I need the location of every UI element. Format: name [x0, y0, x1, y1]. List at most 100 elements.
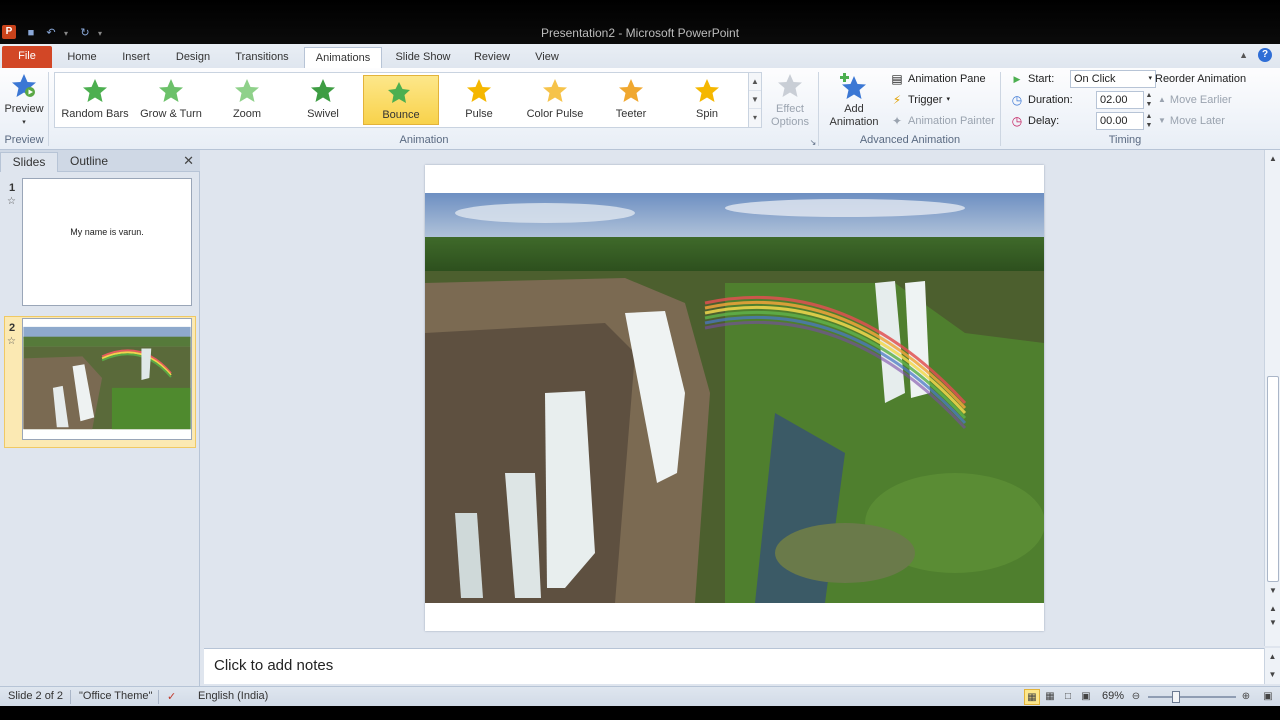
- animation-teeter[interactable]: Teeter: [593, 75, 669, 125]
- animation-painter-button[interactable]: ✦ Animation Painter: [890, 112, 995, 130]
- start-dropdown[interactable]: On Click ▾: [1070, 70, 1156, 88]
- status-bar: Slide 2 of 2 "Office Theme" ✓ English (I…: [0, 686, 1280, 706]
- panel-tab-slides[interactable]: Slides: [0, 152, 58, 172]
- next-slide-icon[interactable]: ▼: [1265, 616, 1280, 630]
- animation-bounce[interactable]: Bounce: [363, 75, 439, 125]
- gallery-scroll-up-icon[interactable]: ▲: [749, 73, 761, 91]
- zoom-slider-knob[interactable]: [1172, 691, 1180, 703]
- animation-painter-icon: ✦: [891, 114, 903, 128]
- preview-star-icon: [10, 72, 38, 100]
- gallery-more-icon[interactable]: ▾: [749, 109, 761, 127]
- slide-editing-canvas[interactable]: [204, 150, 1264, 646]
- random-bars-star-icon: [81, 77, 109, 105]
- animation-spin[interactable]: Spin: [669, 75, 745, 125]
- language-indicator[interactable]: English (India): [198, 690, 268, 702]
- trigger-lightning-icon: ⚡: [892, 93, 902, 107]
- slides-panel: Slides Outline ✕ 1 ☆ My name is varun. 2…: [0, 150, 200, 686]
- group-label-animation: Animation: [399, 134, 449, 146]
- ribbon-animations: Preview ▾ Preview Random Bars Grow & Tur…: [0, 68, 1280, 150]
- close-icon[interactable]: ✕: [183, 153, 194, 169]
- move-earlier-arrow-icon: ▲: [1158, 95, 1166, 104]
- tab-insert[interactable]: Insert: [114, 47, 158, 68]
- waterfall-thumbnail-image: [23, 319, 191, 439]
- tab-view[interactable]: View: [526, 47, 568, 68]
- group-label-advanced-animation: Advanced Animation: [859, 134, 961, 146]
- zoom-out-icon[interactable]: ⊖: [1128, 689, 1144, 705]
- animation-grow-and-turn[interactable]: Grow & Turn: [133, 75, 209, 125]
- reading-view-icon[interactable]: □: [1060, 689, 1076, 705]
- slide-thumbnail-2[interactable]: [22, 318, 192, 440]
- current-slide[interactable]: [425, 165, 1044, 631]
- fit-to-window-icon[interactable]: ▣: [1260, 689, 1276, 705]
- scroll-down-icon[interactable]: ▼: [1265, 584, 1280, 598]
- tab-animations[interactable]: Animations: [304, 47, 382, 68]
- normal-view-icon[interactable]: ▦: [1024, 689, 1040, 705]
- minimize-ribbon-icon[interactable]: ▲: [1239, 50, 1248, 60]
- animation-pane-icon: ▤: [891, 72, 903, 86]
- separator: [818, 72, 819, 146]
- start-row: ▶ Start: On Click ▾: [1010, 70, 1156, 88]
- screen-bottom-edge: [0, 706, 1280, 720]
- add-animation-button[interactable]: Add Animation: [824, 72, 884, 130]
- tab-home[interactable]: Home: [58, 47, 106, 68]
- animation-color-pulse[interactable]: Color Pulse: [517, 75, 593, 125]
- tab-transitions[interactable]: Transitions: [226, 47, 298, 68]
- notes-placeholder[interactable]: Click to add notes: [214, 657, 333, 674]
- tab-file[interactable]: File: [2, 46, 52, 68]
- animation-zoom[interactable]: Zoom: [209, 75, 285, 125]
- tab-design[interactable]: Design: [168, 47, 218, 68]
- animation-random-bars[interactable]: Random Bars: [57, 75, 133, 125]
- duration-spinner[interactable]: ▲ ▼: [1144, 91, 1154, 109]
- preview-dropdown-icon[interactable]: ▾: [4, 116, 44, 129]
- main-area: Slides Outline ✕ 1 ☆ My name is varun. 2…: [0, 150, 1280, 686]
- delay-row: ◷ Delay: ▲▼: [1010, 112, 1154, 130]
- preview-button[interactable]: Preview ▾: [4, 72, 44, 128]
- slide-indicator: Slide 2 of 2: [8, 690, 64, 702]
- animation-pane-button[interactable]: ▤ Animation Pane: [890, 70, 985, 88]
- slide-show-view-icon[interactable]: ▣: [1078, 689, 1094, 705]
- notes-scrollbar[interactable]: ▲ ▼: [1264, 648, 1280, 684]
- trigger-button[interactable]: ⚡ Trigger ▾: [890, 91, 950, 109]
- slide-thumbnail-1[interactable]: My name is varun.: [22, 178, 192, 306]
- tab-slide-show[interactable]: Slide Show: [388, 47, 458, 68]
- separator: [158, 690, 159, 704]
- animation-pulse[interactable]: Pulse: [441, 75, 517, 125]
- zoom-level[interactable]: 69%: [1102, 690, 1124, 702]
- reorder-animation-label: Reorder Animation: [1155, 73, 1247, 85]
- animation-swivel[interactable]: Swivel: [285, 75, 361, 125]
- previous-slide-icon[interactable]: ▲: [1265, 602, 1280, 616]
- tab-review[interactable]: Review: [466, 47, 518, 68]
- duration-row: ◷ Duration: ▲▼: [1010, 91, 1154, 109]
- teeter-star-icon: [617, 77, 645, 105]
- spell-check-icon[interactable]: ✓: [167, 690, 176, 703]
- animation-gallery: Random Bars Grow & Turn Zoom Swivel Boun…: [54, 72, 750, 128]
- gallery-scroll-down-icon[interactable]: ▼: [749, 91, 761, 109]
- help-icon[interactable]: ?: [1258, 48, 1272, 62]
- delay-input[interactable]: [1096, 112, 1144, 130]
- scrollbar-thumb[interactable]: [1267, 376, 1279, 582]
- add-animation-star-icon: [840, 72, 868, 100]
- trigger-dropdown-icon: ▾: [946, 96, 950, 103]
- vertical-scrollbar[interactable]: ▲ ▼ ▲ ▼: [1264, 150, 1280, 646]
- gallery-scroll: ▲ ▼ ▾: [748, 72, 762, 128]
- start-dropdown-icon: ▾: [1148, 75, 1152, 82]
- separator: [1000, 72, 1001, 146]
- duration-input[interactable]: [1096, 91, 1144, 109]
- panel-tab-outline[interactable]: Outline: [60, 152, 118, 172]
- animation-star-icon: ☆: [7, 336, 16, 347]
- move-earlier-button[interactable]: ▲ Move Earlier: [1158, 91, 1232, 109]
- bounce-star-icon: [387, 78, 415, 106]
- ribbon-tabs: File Home Insert Design Transitions Anim…: [0, 44, 1280, 68]
- theme-name[interactable]: "Office Theme": [79, 690, 152, 702]
- zoom-slider-track[interactable]: [1148, 696, 1236, 698]
- notes-pane[interactable]: Click to add notes: [204, 648, 1264, 684]
- slide-number-1: 1: [9, 182, 16, 194]
- move-later-button[interactable]: ▼ Move Later: [1158, 112, 1225, 130]
- waterfall-picture[interactable]: [425, 193, 1044, 603]
- animation-star-icon: ☆: [7, 196, 16, 207]
- effect-options-button[interactable]: Effect Options: [766, 72, 814, 130]
- delay-spinner[interactable]: ▲ ▼: [1144, 112, 1154, 130]
- slide-sorter-view-icon[interactable]: ▦: [1042, 689, 1058, 705]
- scroll-up-icon[interactable]: ▲: [1265, 152, 1280, 166]
- zoom-in-icon[interactable]: ⊕: [1238, 689, 1254, 705]
